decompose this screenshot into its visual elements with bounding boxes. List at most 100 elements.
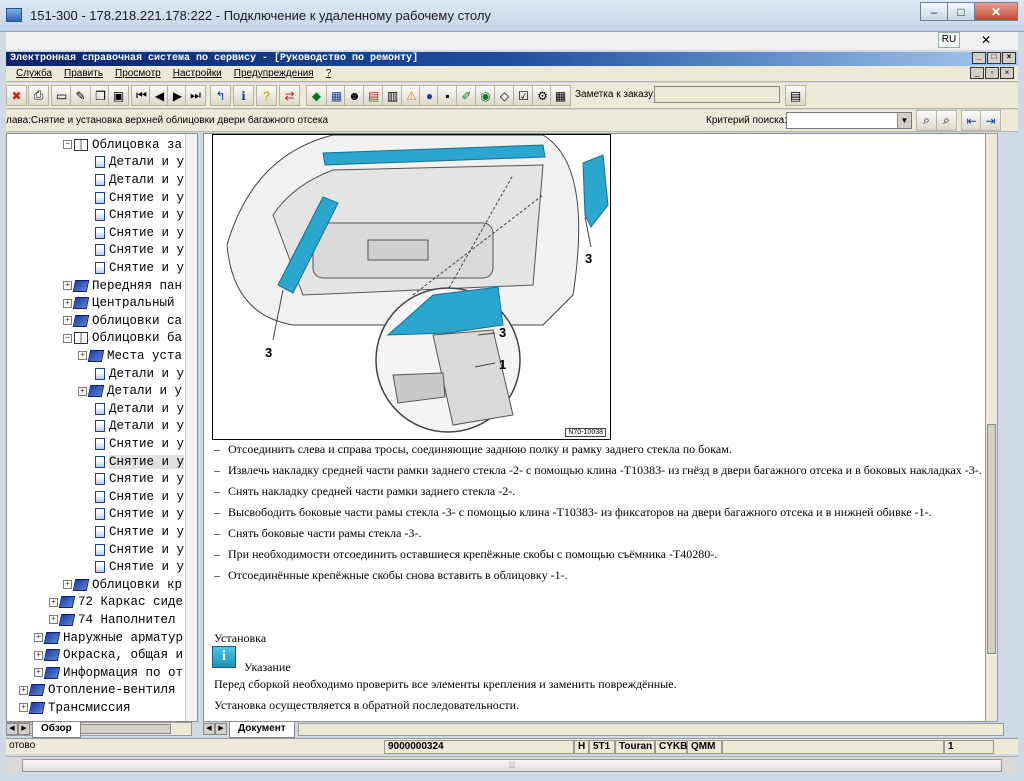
scroll-thumb[interactable]: ⦙⦙⦙ xyxy=(22,759,1002,772)
expand-icon[interactable]: + xyxy=(63,281,72,291)
tree-item[interactable]: + Трансмиссия xyxy=(19,699,131,717)
checklist-icon[interactable]: ☑ xyxy=(513,85,534,106)
expand-icon[interactable]: + xyxy=(63,298,72,308)
menu-warnings[interactable]: Предупреждения xyxy=(234,68,314,79)
tree-item[interactable]: Снятие и у xyxy=(92,488,184,506)
tree-item[interactable]: Снятие и у xyxy=(92,259,184,277)
tree-item[interactable]: + Наружные арматур xyxy=(34,629,183,647)
tree-item[interactable]: Снятие и у xyxy=(92,523,184,541)
person-icon[interactable]: ☻ xyxy=(344,85,365,106)
language-bar-close-button[interactable]: ✕ xyxy=(976,32,996,48)
chevron-down-icon[interactable]: ▼ xyxy=(897,113,911,128)
menu-edit[interactable]: Править xyxy=(64,68,103,79)
car-outline-icon[interactable]: ◇ xyxy=(494,85,515,106)
tree-item[interactable]: + Окраска, общая и xyxy=(34,646,183,664)
minimize-button[interactable]: – xyxy=(920,2,948,21)
tree-item[interactable]: + Облицовки кр xyxy=(63,576,182,594)
expand-icon[interactable]: ⇥ xyxy=(980,110,1001,131)
print-icon[interactable]: ⎙ xyxy=(28,85,49,106)
tree-item[interactable]: + Передняя пан xyxy=(63,277,182,295)
tree-item[interactable]: + Центральный xyxy=(63,294,175,312)
collapse-icon[interactable]: − xyxy=(63,333,72,343)
tab-overview[interactable]: Обзор xyxy=(32,722,81,738)
expand-icon[interactable]: + xyxy=(63,316,72,326)
tree-item[interactable]: Детали и у xyxy=(92,171,184,189)
tree-item[interactable]: Снятие и у xyxy=(92,558,184,576)
info-icon[interactable]: ℹ xyxy=(233,85,254,106)
save-icon[interactable]: ▪ xyxy=(437,85,458,106)
tab-scroll-left-icon[interactable]: ◀ xyxy=(6,723,18,735)
tree-item[interactable]: +72 Каркас сиде xyxy=(49,594,183,612)
tree-item[interactable]: − Облицовки ба xyxy=(63,330,182,348)
tree-item[interactable]: Снятие и у xyxy=(92,242,184,260)
expand-icon[interactable]: + xyxy=(78,351,87,361)
tree-item[interactable]: Снятие и у xyxy=(92,435,184,453)
tree-vertical-scrollbar[interactable] xyxy=(185,134,197,721)
doc-tab-scroll-right-icon[interactable]: ▶ xyxy=(215,723,227,735)
expand-icon[interactable]: + xyxy=(63,580,72,590)
tab-document[interactable]: Документ xyxy=(229,722,295,738)
tree-item[interactable]: − Облицовка за xyxy=(63,136,182,154)
expand-icon[interactable]: + xyxy=(19,685,28,695)
doc-minimize-button[interactable]: _ xyxy=(970,67,984,79)
collapse-icon[interactable]: − xyxy=(63,140,72,150)
order-note-icon[interactable]: ▤ xyxy=(785,85,806,106)
tree-item[interactable]: + Облицовки са xyxy=(63,312,182,330)
tree-item[interactable]: Снятие и у xyxy=(92,189,184,207)
up-level-icon[interactable]: ↰ xyxy=(210,85,231,106)
calendar-icon[interactable]: ▦ xyxy=(550,85,571,106)
tree-item[interactable]: Детали и у xyxy=(92,365,184,383)
edit-document-icon[interactable]: ✎ xyxy=(70,85,91,106)
expand-icon[interactable]: + xyxy=(34,650,43,660)
tree-item[interactable]: Снятие и у xyxy=(92,453,185,471)
expand-icon[interactable]: + xyxy=(19,703,28,713)
close-button[interactable]: ✕ xyxy=(974,2,1018,21)
last-page-icon[interactable]: ⏭ xyxy=(185,85,206,106)
menu-help[interactable]: ? xyxy=(326,68,332,79)
vehicle-green-icon[interactable]: ◉ xyxy=(475,85,496,106)
app-maximize-button[interactable]: □ xyxy=(987,52,1001,64)
order-note-input[interactable] xyxy=(654,86,780,103)
swap-icon[interactable]: ⇄ xyxy=(279,85,300,106)
vehicle-icon[interactable]: ▣ xyxy=(108,85,129,106)
search-criterion-select[interactable]: ▼ xyxy=(786,112,912,129)
tree-item[interactable]: Детали и у xyxy=(92,418,184,436)
tree-item[interactable]: Снятие и у xyxy=(92,206,184,224)
tree-item[interactable]: Детали и у xyxy=(92,154,184,172)
app-minimize-button[interactable]: _ xyxy=(972,52,986,64)
expand-icon[interactable]: + xyxy=(34,633,43,643)
collapse-icon[interactable]: ⇤ xyxy=(961,110,982,131)
car-icon[interactable]: ◆ xyxy=(306,85,327,106)
expand-icon[interactable]: + xyxy=(34,668,43,678)
menu-service[interactable]: Служба xyxy=(16,68,52,79)
app-close-button[interactable]: × xyxy=(1002,52,1016,64)
tree-item[interactable]: + Отопление-вентиля xyxy=(19,682,176,700)
expand-icon[interactable]: + xyxy=(78,386,87,396)
tab-scroll-right-icon[interactable]: ▶ xyxy=(18,723,30,735)
tree-item[interactable]: Снятие и у xyxy=(92,541,184,559)
help-icon[interactable]: ? xyxy=(256,85,277,106)
tree-item[interactable]: + Детали и у xyxy=(78,382,182,400)
menu-view[interactable]: Просмотр xyxy=(115,68,161,79)
tree-item[interactable]: + Места уста xyxy=(78,347,182,365)
maximize-button[interactable]: □ xyxy=(947,2,975,21)
tree-item[interactable]: Снятие и у xyxy=(92,470,184,488)
books-icon[interactable]: ▤ xyxy=(363,85,384,106)
expand-icon[interactable]: + xyxy=(49,597,58,607)
content-horizontal-scrollbar[interactable] xyxy=(298,723,1004,736)
scroll-thumb[interactable] xyxy=(987,424,996,654)
search-forward-icon[interactable]: ⌕ xyxy=(936,110,957,131)
bulletin-icon[interactable]: ▥ xyxy=(382,85,403,106)
tree-item[interactable]: + Информация по от xyxy=(34,664,183,682)
tree-item[interactable]: Снятие и у xyxy=(92,506,184,524)
tool-icon[interactable]: ✐ xyxy=(456,85,477,106)
new-document-icon[interactable]: ▭ xyxy=(51,85,72,106)
rdp-horizontal-scrollbar[interactable]: ⦙⦙⦙ xyxy=(6,756,1018,774)
doc-close-button[interactable]: × xyxy=(1000,67,1014,79)
content-vertical-scrollbar[interactable] xyxy=(985,133,998,722)
doc-restore-button[interactable]: ▫ xyxy=(985,67,999,79)
language-indicator[interactable]: RU xyxy=(938,32,960,48)
tree-item[interactable]: Снятие и у xyxy=(92,224,184,242)
menu-settings[interactable]: Настройки xyxy=(173,68,222,79)
expand-icon[interactable]: + xyxy=(49,615,58,625)
